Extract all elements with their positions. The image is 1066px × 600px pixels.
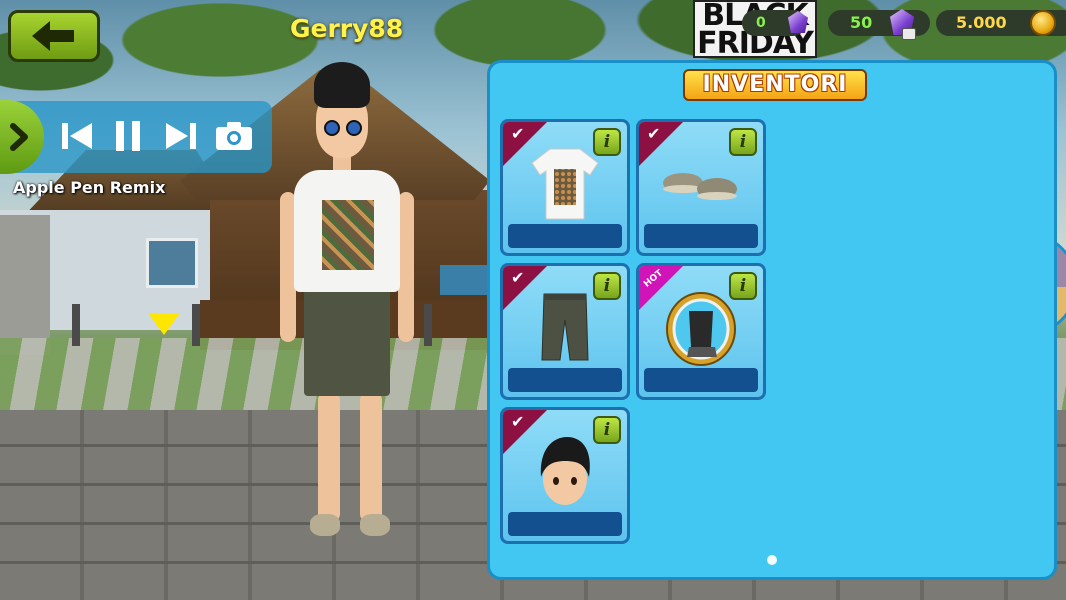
coin-icon bbox=[1030, 10, 1056, 36]
checkmark-icon: ✔ bbox=[511, 268, 525, 287]
sneakers-icon bbox=[639, 144, 763, 224]
player-name: Gerry88 bbox=[290, 14, 404, 43]
pause-button[interactable] bbox=[107, 114, 149, 158]
bollard bbox=[424, 304, 432, 346]
location-marker-icon[interactable] bbox=[148, 313, 180, 335]
inventory-item-hoverboard[interactable]: HOT i bbox=[636, 263, 766, 400]
checkmark-icon: ✔ bbox=[511, 412, 525, 431]
tshirt-icon bbox=[503, 144, 627, 224]
skip-previous-icon bbox=[62, 123, 92, 149]
avatar-leg bbox=[318, 392, 340, 522]
back-button[interactable] bbox=[8, 10, 100, 62]
avatar-shoe bbox=[360, 514, 390, 536]
inventory-item-tshirt[interactable]: ✔ i bbox=[500, 119, 630, 256]
house-window bbox=[146, 238, 198, 288]
inventory-item-sneakers[interactable]: ✔ i bbox=[636, 119, 766, 256]
item-label-bar bbox=[644, 224, 758, 248]
inventory-item-shorts[interactable]: ✔ i bbox=[500, 263, 630, 400]
camera-icon bbox=[216, 122, 252, 150]
pause-icon bbox=[116, 121, 140, 151]
checkmark-icon: ✔ bbox=[647, 124, 661, 143]
promo-counter-value: 0 bbox=[756, 15, 766, 31]
shorts-icon bbox=[503, 288, 627, 368]
skip-next-icon bbox=[166, 123, 196, 149]
inventory-title: INVENTORI bbox=[683, 69, 867, 101]
item-label-bar bbox=[508, 512, 622, 536]
inventory-item-hair[interactable]: ✔ i bbox=[500, 407, 630, 544]
next-track-button[interactable] bbox=[160, 114, 202, 158]
screenshot-button[interactable] bbox=[213, 114, 255, 158]
avatar-hair bbox=[314, 62, 370, 108]
hair-icon bbox=[503, 432, 627, 512]
item-label-bar bbox=[508, 368, 622, 392]
avatar-arm bbox=[398, 192, 414, 342]
bollard bbox=[72, 304, 80, 346]
avatar-eye bbox=[324, 120, 340, 136]
gems-value: 50 bbox=[850, 13, 873, 32]
coins-value: 5.000 bbox=[956, 13, 1007, 32]
lock-icon bbox=[902, 28, 916, 40]
avatar-shorts bbox=[304, 290, 390, 396]
avatar-shoe bbox=[310, 514, 340, 536]
stone-pillar bbox=[0, 215, 50, 355]
song-title: Apple Pen Remix bbox=[13, 178, 166, 197]
checkmark-icon: ✔ bbox=[511, 124, 525, 143]
avatar-leg bbox=[360, 392, 382, 522]
chevron-right-icon bbox=[10, 123, 28, 151]
bollard bbox=[192, 304, 200, 346]
player-avatar[interactable] bbox=[280, 62, 420, 548]
page-indicator-dot[interactable] bbox=[767, 555, 777, 565]
avatar-shirt bbox=[294, 170, 400, 292]
item-label-bar bbox=[508, 224, 622, 248]
shirt-print bbox=[322, 200, 374, 270]
inventory-panel: INVENTORI ✔ i ✔ i ✔ i HOT i ✔ i bbox=[487, 60, 1057, 580]
hoverboard-icon bbox=[639, 288, 763, 368]
avatar-eye bbox=[346, 120, 362, 136]
item-label-bar bbox=[644, 368, 758, 392]
arrow-left-icon bbox=[32, 21, 74, 51]
previous-track-button[interactable] bbox=[56, 114, 98, 158]
